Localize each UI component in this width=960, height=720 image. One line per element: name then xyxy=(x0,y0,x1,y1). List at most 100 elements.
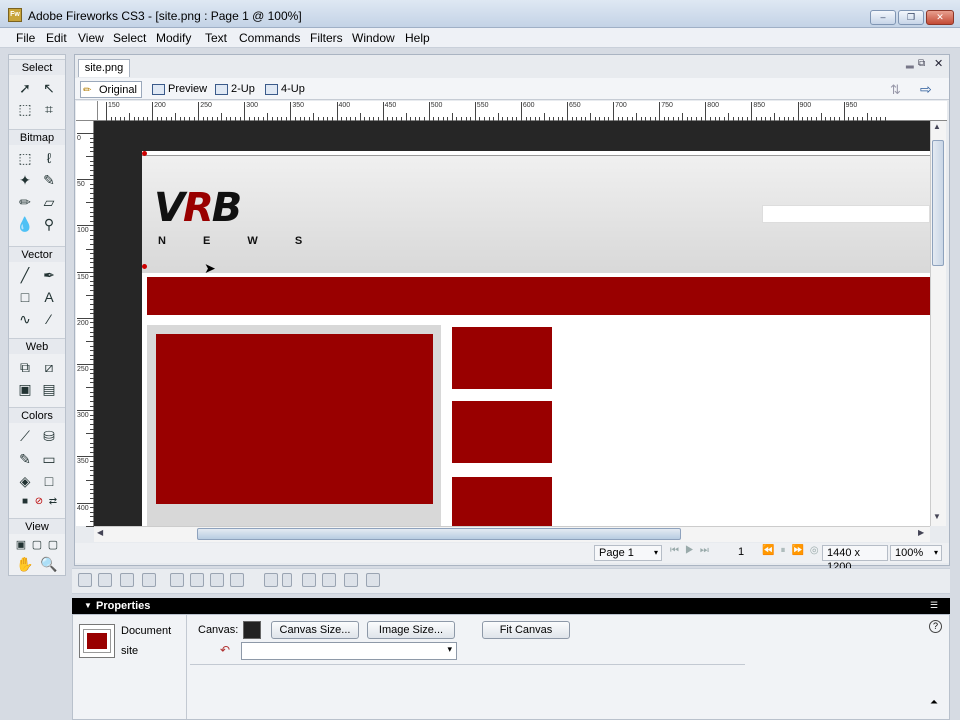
quick-export-icon[interactable]: ⇅ xyxy=(890,82,901,98)
paint-bucket-tool-icon[interactable]: ⛁ xyxy=(40,427,58,445)
thumbnail-block[interactable] xyxy=(452,327,552,389)
send-backward-icon[interactable] xyxy=(210,573,224,587)
fill-color-icon[interactable]: ◈ xyxy=(16,472,34,490)
bring-forward-icon[interactable] xyxy=(190,573,204,587)
rotate-right-icon[interactable] xyxy=(322,573,336,587)
subselection-tool-icon[interactable]: ↖ xyxy=(40,79,58,97)
menu-filters[interactable]: Filters xyxy=(310,30,343,46)
canvas-size-button[interactable]: Canvas Size... xyxy=(271,621,359,639)
flip-horizontal-icon[interactable] xyxy=(344,573,358,587)
ruler-tick xyxy=(451,113,453,121)
brush-tool-icon[interactable]: ✎ xyxy=(40,171,58,189)
view-preview-button[interactable]: Preview xyxy=(150,81,208,98)
rectangle-tool-icon[interactable]: □ xyxy=(16,288,34,306)
view-original-button[interactable]: ✏ Original xyxy=(80,81,142,98)
hand-tool-icon[interactable]: ✋ xyxy=(16,555,34,573)
full-screen-mode-icon[interactable]: ▢ xyxy=(44,536,62,554)
magic-wand-tool-icon[interactable]: ✦ xyxy=(16,171,34,189)
line-tool-icon[interactable]: ╱ xyxy=(16,266,34,284)
marquee-tool-icon[interactable]: ⬚ xyxy=(16,149,34,167)
menu-file[interactable]: File xyxy=(16,30,35,46)
stroke-swatch-icon[interactable]: ▭ xyxy=(40,450,58,468)
frame-controls[interactable]: ⏪⏸⏩◎ xyxy=(762,545,825,556)
feature-image[interactable] xyxy=(156,334,433,504)
close-doc-icon[interactable]: ✕ xyxy=(934,57,943,70)
stroke-color-icon[interactable]: ✎ xyxy=(16,450,34,468)
thumbnail-block[interactable] xyxy=(452,401,552,463)
pencil-tool-icon[interactable]: ✏ xyxy=(16,193,34,211)
thumbnail-block[interactable] xyxy=(452,477,552,526)
view-4up-button[interactable]: 4-Up xyxy=(263,81,309,98)
bring-to-front-icon[interactable] xyxy=(170,573,184,587)
align-dropdown-icon[interactable] xyxy=(282,573,292,587)
minimize-doc-icon[interactable]: ▂ xyxy=(906,58,914,69)
freeform-tool-icon[interactable]: ∿ xyxy=(16,310,34,328)
pen-tool-icon[interactable]: ✒ xyxy=(40,266,58,284)
eyedropper-tool-icon[interactable]: ⟋ xyxy=(16,427,34,445)
ruler-tick xyxy=(221,113,223,121)
menu-view[interactable]: View xyxy=(78,30,104,46)
crop-tool-icon[interactable]: ⌗ xyxy=(40,100,58,118)
canvas-color-swatch[interactable] xyxy=(243,621,261,639)
properties-header[interactable]: ▼ Properties xyxy=(72,598,950,614)
menu-window[interactable]: Window xyxy=(352,30,395,46)
fill-swatch-icon[interactable]: □ xyxy=(40,472,58,490)
eraser-tool-icon[interactable]: ▱ xyxy=(40,193,58,211)
group-icon[interactable] xyxy=(78,573,92,587)
rubber-stamp-tool-icon[interactable]: ⚲ xyxy=(40,215,58,233)
scale-tool-icon[interactable]: ⬚ xyxy=(16,100,34,118)
minimize-button[interactable]: – xyxy=(870,10,896,25)
zoom-tool-icon[interactable]: 🔍 xyxy=(40,555,58,573)
expand-panel-icon[interactable]: ⏶ xyxy=(930,697,938,708)
scroll-up-icon[interactable]: ▲ xyxy=(933,122,941,131)
image-size-button[interactable]: Image Size... xyxy=(367,621,455,639)
hotspot-tool-icon[interactable]: ⧉ xyxy=(16,358,34,376)
scroll-right-icon[interactable]: ▶ xyxy=(918,528,924,537)
scroll-down-icon[interactable]: ▼ xyxy=(933,512,941,521)
menu-modify[interactable]: Modify xyxy=(156,30,191,46)
show-slices-icon[interactable]: ▤ xyxy=(40,380,58,398)
export-icon[interactable]: ⇨ xyxy=(920,81,932,98)
send-to-back-icon[interactable] xyxy=(230,573,244,587)
playback-controls[interactable]: ⏮▶⏭ xyxy=(670,545,715,556)
site-logo[interactable]: VRB xyxy=(154,185,242,231)
hide-slices-icon[interactable]: ▣ xyxy=(16,380,34,398)
zoom-dropdown[interactable]: 100% ▾ xyxy=(890,545,942,561)
knife-tool-icon[interactable]: ⁄ xyxy=(40,310,58,328)
view-2up-button[interactable]: 2-Up xyxy=(213,81,259,98)
canvas-option-select[interactable]: ▾ xyxy=(241,642,457,660)
menu-help[interactable]: Help xyxy=(405,30,430,46)
rotate-left-icon[interactable] xyxy=(302,573,316,587)
ruler-tick xyxy=(244,102,246,121)
panel-options-icon[interactable]: ☰ xyxy=(930,600,938,611)
ungroup-icon[interactable] xyxy=(98,573,112,587)
site-nav-bar[interactable] xyxy=(147,277,930,315)
restore-button[interactable]: ❐ xyxy=(898,10,924,25)
menu-commands[interactable]: Commands xyxy=(239,30,300,46)
swap-colors-icon[interactable]: ⇄ xyxy=(44,493,62,511)
close-button[interactable]: ✕ xyxy=(926,10,954,25)
split-icon[interactable] xyxy=(142,573,156,587)
fit-canvas-button[interactable]: Fit Canvas xyxy=(482,621,570,639)
flip-vertical-icon[interactable] xyxy=(366,573,380,587)
menu-edit[interactable]: Edit xyxy=(46,30,67,46)
menu-text[interactable]: Text xyxy=(205,30,227,46)
join-icon[interactable] xyxy=(120,573,134,587)
horizontal-scroll-thumb[interactable] xyxy=(197,528,681,540)
ruler-tick xyxy=(77,410,94,412)
vertical-scroll-thumb[interactable] xyxy=(932,140,944,266)
lasso-tool-icon[interactable]: ℓ xyxy=(40,149,58,167)
menu-select[interactable]: Select xyxy=(113,30,146,46)
pointer-tool-icon[interactable]: ➚ xyxy=(16,79,34,97)
help-icon[interactable]: ? xyxy=(929,620,942,633)
canvas[interactable]: VRB N E W S xyxy=(142,151,930,526)
scroll-left-icon[interactable]: ◀ xyxy=(97,528,103,537)
slice-tool-icon[interactable]: ⧄ xyxy=(40,358,58,376)
site-search-box[interactable] xyxy=(762,205,930,223)
blur-tool-icon[interactable]: 💧 xyxy=(16,215,34,233)
document-tab[interactable]: site.png xyxy=(78,59,130,77)
restore-doc-icon[interactable]: ⧉ xyxy=(918,58,925,69)
align-icon[interactable] xyxy=(264,573,278,587)
page-dropdown[interactable]: Page 1 ▾ xyxy=(594,545,662,561)
text-tool-icon[interactable]: A xyxy=(40,288,58,306)
